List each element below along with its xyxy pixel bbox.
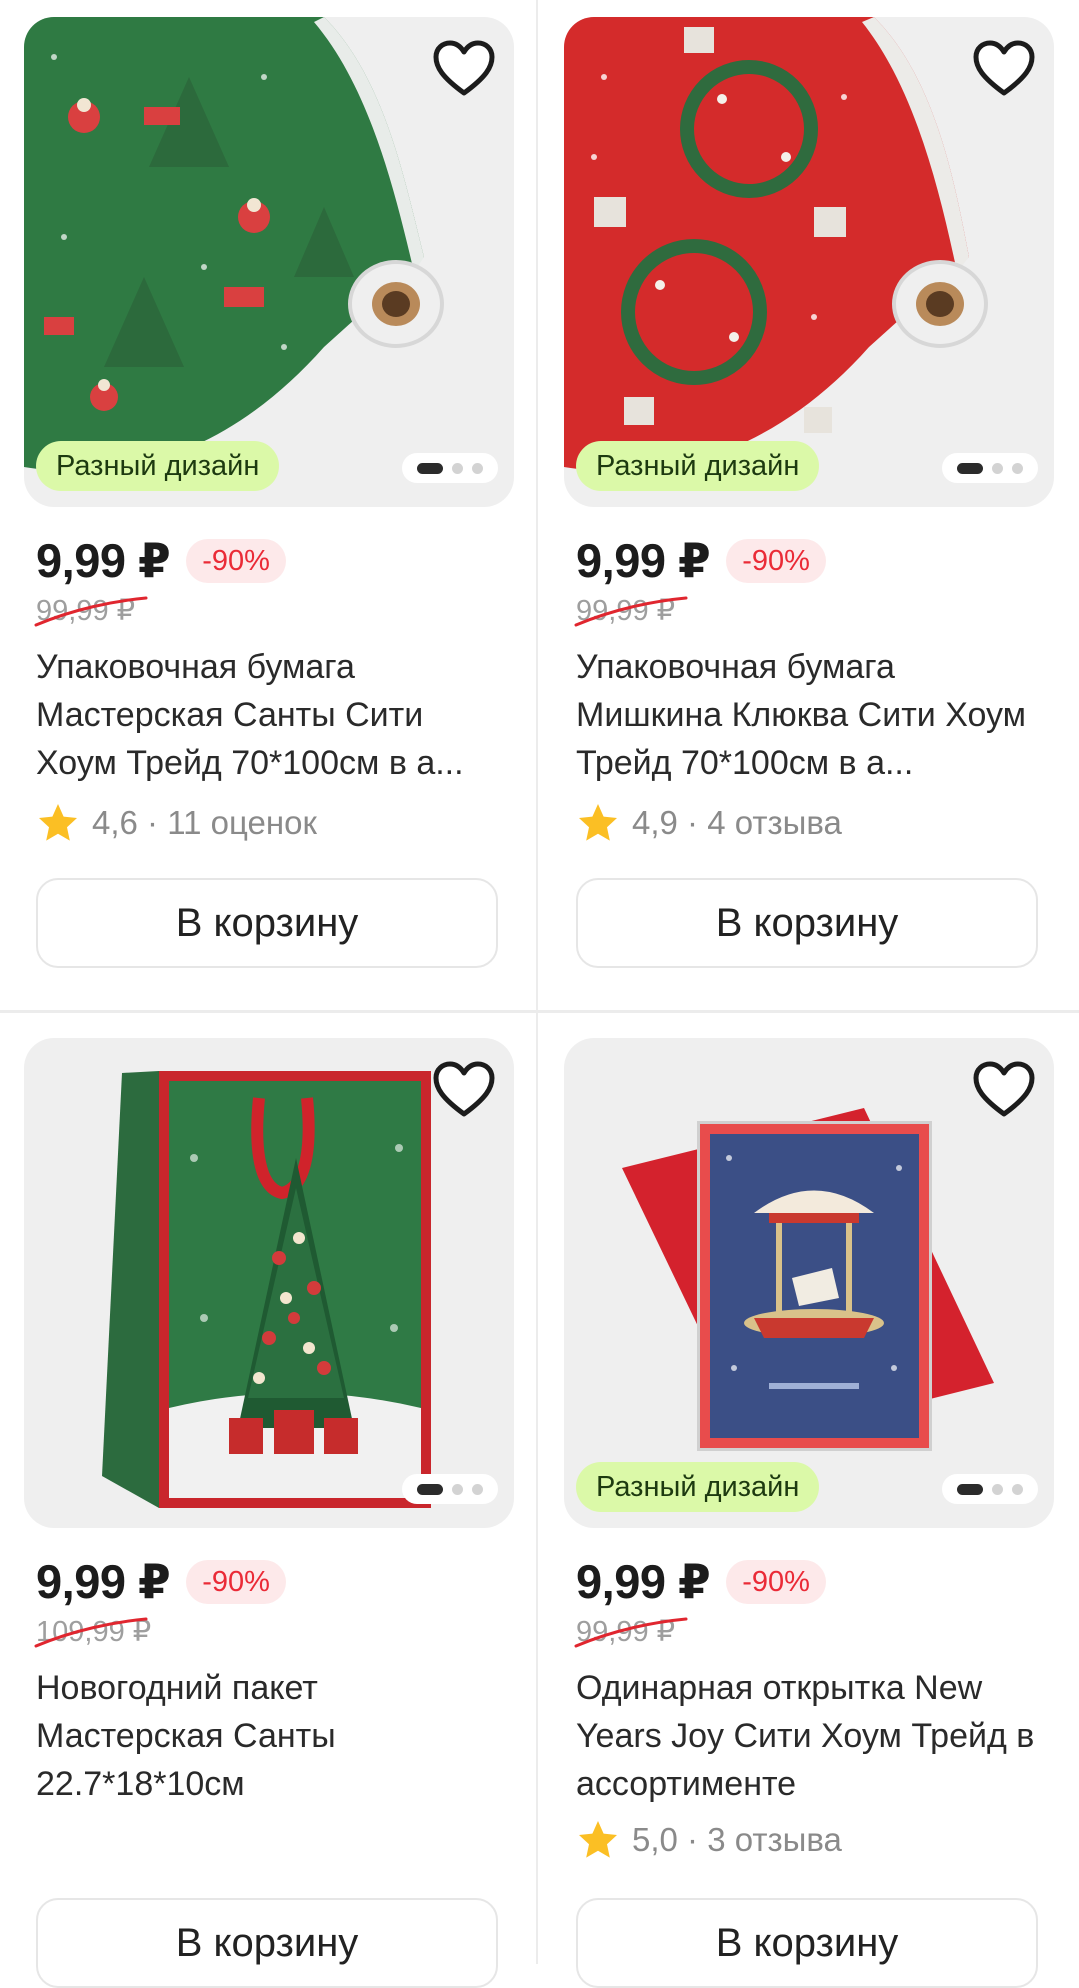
- favorite-heart-icon[interactable]: [972, 39, 1036, 99]
- add-to-cart-button[interactable]: В корзину: [576, 1898, 1038, 1988]
- product-card[interactable]: Разный дизайн 9,99 ₽ -90% 99,99 ₽ Упаков…: [24, 17, 514, 968]
- review-count: · 11 оценок: [147, 804, 317, 841]
- strikethrough-mark: [34, 596, 148, 627]
- favorite-heart-icon[interactable]: [432, 39, 496, 99]
- gallery-pagination: [402, 453, 498, 483]
- review-count: · 3 отзыва: [687, 1821, 842, 1858]
- strikethrough-mark: [574, 596, 688, 627]
- product-image-gallery[interactable]: [24, 1038, 514, 1528]
- rating-row: 4,6 · 11 оценок: [36, 799, 514, 847]
- gallery-pagination: [402, 1474, 498, 1504]
- product-title[interactable]: Упаковочная бумага Мастерская Санты Сити…: [36, 643, 506, 787]
- product-card[interactable]: 9,99 ₽ -90% 109,99 ₽ Новогодний пакет Ма…: [24, 1038, 514, 1988]
- row-divider: [0, 1010, 1079, 1013]
- design-badge: Разный дизайн: [36, 441, 280, 491]
- gallery-pagination: [942, 1474, 1038, 1504]
- product-title[interactable]: Упаковочная бумага Мишкина Клюква Сити Х…: [576, 643, 1046, 787]
- gallery-pagination: [942, 453, 1038, 483]
- old-price-wrap: 109,99 ₽: [34, 1614, 514, 1654]
- column-divider: [536, 0, 538, 1964]
- rating-value: 4,6: [92, 804, 138, 841]
- review-count: · 4 отзыва: [687, 804, 842, 841]
- product-card[interactable]: Разный дизайн 9,99 ₽ -90% 99,99 ₽ Упаков…: [564, 17, 1054, 968]
- star-icon: [579, 1821, 617, 1858]
- price: 9,99 ₽: [36, 1555, 171, 1608]
- old-price-wrap: 99,99 ₽: [574, 1614, 1054, 1654]
- price: 9,99 ₽: [576, 1555, 711, 1608]
- rating-value: 4,9: [632, 804, 678, 841]
- discount-badge: -90%: [186, 539, 286, 583]
- strikethrough-mark: [34, 1617, 148, 1648]
- discount-badge: -90%: [726, 1560, 826, 1604]
- favorite-heart-icon[interactable]: [432, 1060, 496, 1120]
- product-card[interactable]: Разный дизайн 9,99 ₽ -90% 99,99 ₽ Одинар…: [564, 1038, 1054, 1988]
- add-to-cart-button[interactable]: В корзину: [36, 1898, 498, 1988]
- strikethrough-mark: [574, 1617, 688, 1648]
- price: 9,99 ₽: [576, 534, 711, 587]
- product-image-gallery[interactable]: Разный дизайн: [24, 17, 514, 507]
- add-to-cart-button[interactable]: В корзину: [36, 878, 498, 968]
- star-icon: [579, 804, 617, 841]
- old-price-wrap: 99,99 ₽: [574, 593, 1054, 633]
- product-title[interactable]: Одинарная открытка New Years Joy Сити Хо…: [576, 1664, 1046, 1808]
- discount-badge: -90%: [186, 1560, 286, 1604]
- old-price-wrap: 99,99 ₽: [34, 593, 514, 633]
- rating-row: 4,9 · 4 отзыва: [576, 799, 1054, 847]
- favorite-heart-icon[interactable]: [972, 1060, 1036, 1120]
- product-title[interactable]: Новогодний пакет Мастерская Санты 22.7*1…: [36, 1664, 506, 1808]
- price: 9,99 ₽: [36, 534, 171, 587]
- rating-value: 5,0: [632, 1821, 678, 1858]
- discount-badge: -90%: [726, 539, 826, 583]
- star-icon: [39, 804, 77, 841]
- product-image-gallery[interactable]: Разный дизайн: [564, 1038, 1054, 1528]
- add-to-cart-button[interactable]: В корзину: [576, 878, 1038, 968]
- rating-row: 5,0 · 3 отзыва: [576, 1816, 1054, 1864]
- design-badge: Разный дизайн: [576, 441, 820, 491]
- product-image-gallery[interactable]: Разный дизайн: [564, 17, 1054, 507]
- design-badge: Разный дизайн: [576, 1462, 820, 1512]
